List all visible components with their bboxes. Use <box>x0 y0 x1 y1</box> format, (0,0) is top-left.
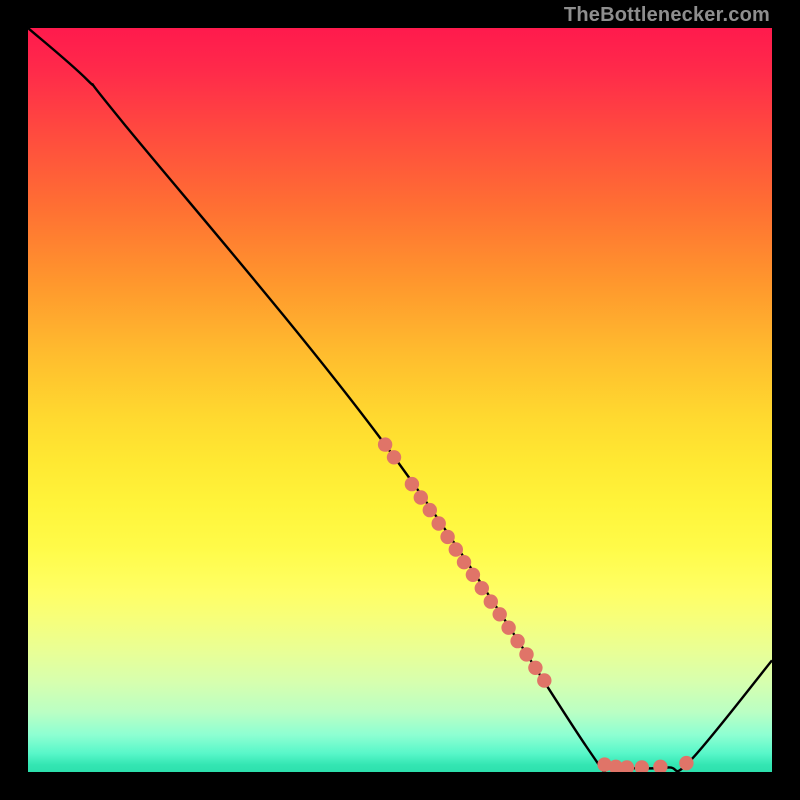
data-point <box>449 542 463 556</box>
data-point <box>537 673 551 687</box>
data-point <box>466 568 480 582</box>
data-point <box>501 621 515 635</box>
data-point <box>493 607 507 621</box>
data-point <box>378 437 392 451</box>
data-point <box>484 594 498 608</box>
data-point <box>528 661 542 675</box>
attribution-text: TheBottlenecker.com <box>564 4 770 27</box>
data-point <box>653 760 667 772</box>
data-point <box>635 760 649 772</box>
data-point <box>457 555 471 569</box>
data-point <box>620 760 634 772</box>
data-point <box>440 530 454 544</box>
data-point <box>405 477 419 491</box>
data-point <box>432 516 446 530</box>
data-point <box>423 503 437 517</box>
data-point <box>387 450 401 464</box>
data-point <box>475 581 489 595</box>
data-point <box>414 490 428 504</box>
bottleneck-curve <box>28 28 772 772</box>
data-point <box>510 634 524 648</box>
chart-overlay <box>28 28 772 772</box>
data-points-group <box>378 437 694 772</box>
data-point <box>679 756 693 770</box>
data-point <box>519 647 533 661</box>
